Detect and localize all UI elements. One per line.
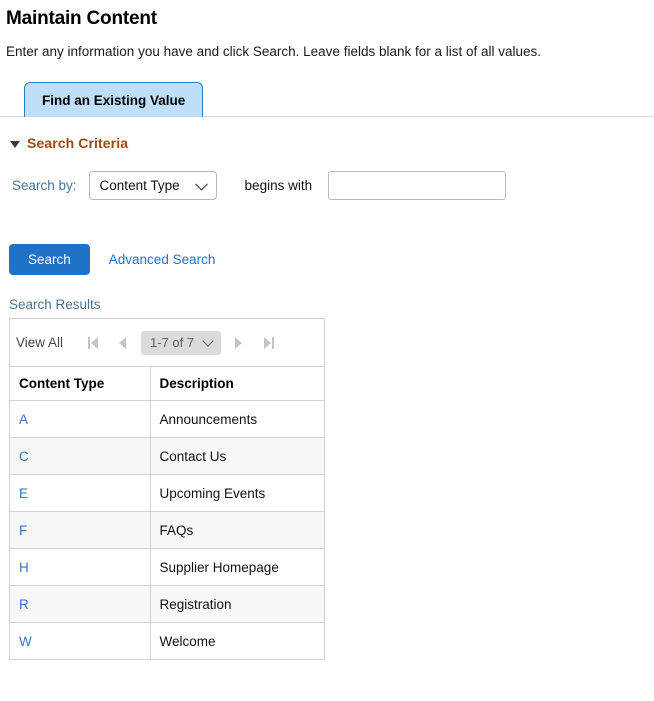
search-criteria-header[interactable]: Search Criteria [10, 135, 654, 151]
table-row: C Contact Us [10, 437, 324, 475]
page-instructions: Enter any information you have and click… [6, 44, 542, 59]
content-type-link[interactable]: C [19, 449, 29, 464]
cell-description: FAQs [150, 511, 324, 549]
content-type-link[interactable]: R [19, 597, 29, 612]
content-type-link[interactable]: F [19, 523, 27, 538]
search-results-label: Search Results [9, 297, 101, 312]
cell-description: Registration [150, 585, 324, 623]
content-type-link[interactable]: A [19, 412, 28, 427]
cell-description: Upcoming Events [150, 474, 324, 512]
view-all-link[interactable]: View All [16, 335, 63, 350]
operator-label: begins with [244, 178, 313, 193]
cell-content-type: F [10, 511, 151, 549]
first-page-icon[interactable] [81, 332, 105, 354]
search-results-panel: View All 1-7 of 7 Content Type Descripti… [9, 318, 325, 660]
page-range-selector[interactable]: 1-7 of 7 [141, 330, 222, 355]
cell-description: Announcements [150, 400, 324, 438]
table-row: R Registration [10, 585, 324, 623]
column-header-description[interactable]: Description [150, 366, 324, 401]
triangle-down-icon[interactable] [10, 140, 20, 148]
content-type-link[interactable]: W [19, 634, 32, 649]
search-button[interactable]: Search [9, 244, 90, 275]
content-type-link[interactable]: H [19, 560, 29, 575]
search-by-label: Search by: [12, 178, 77, 193]
table-header-row: Content Type Description [10, 366, 324, 401]
previous-page-icon[interactable] [111, 332, 133, 354]
cell-content-type: W [10, 622, 151, 659]
cell-content-type: E [10, 474, 151, 512]
pagination-bar: View All 1-7 of 7 [10, 319, 324, 366]
table-row: F FAQs [10, 511, 324, 549]
search-value-input[interactable] [328, 171, 507, 200]
page-title: Maintain Content [6, 8, 157, 29]
chevron-down-icon [194, 177, 208, 191]
search-results-table: Content Type Description A Announcements… [10, 366, 324, 659]
action-row: Search Advanced Search [9, 244, 654, 275]
cell-content-type: A [10, 400, 151, 438]
search-criteria-row: Search by: Content Type begins with [12, 171, 654, 200]
cell-content-type: H [10, 548, 151, 586]
chevron-down-icon [202, 334, 214, 347]
cell-description: Supplier Homepage [150, 548, 324, 586]
table-body: A Announcements C Contact Us E Upcoming … [10, 400, 324, 659]
cell-content-type: R [10, 585, 151, 623]
cell-description: Welcome [150, 622, 324, 659]
column-header-content-type[interactable]: Content Type [10, 366, 151, 401]
tab-label: Find an Existing Value [42, 92, 186, 108]
cell-description: Contact Us [150, 437, 324, 475]
search-by-select[interactable]: Content Type [88, 171, 217, 200]
table-row: E Upcoming Events [10, 474, 324, 512]
tab-strip: Find an Existing Value [0, 81, 654, 117]
table-row: A Announcements [10, 400, 324, 438]
search-criteria-title: Search Criteria [27, 135, 129, 151]
tab-find-an-existing-value[interactable]: Find an Existing Value [24, 82, 204, 117]
pagination-controls: 1-7 of 7 [81, 330, 281, 355]
search-by-select-value: Content Type [99, 178, 180, 193]
table-row: W Welcome [10, 622, 324, 659]
advanced-search-link[interactable]: Advanced Search [109, 252, 216, 267]
cell-content-type: C [10, 437, 151, 475]
table-row: H Supplier Homepage [10, 548, 324, 586]
next-page-icon[interactable] [227, 332, 249, 354]
last-page-icon[interactable] [257, 332, 281, 354]
content-type-link[interactable]: E [19, 486, 28, 501]
page-range-label: 1-7 of 7 [150, 335, 195, 350]
